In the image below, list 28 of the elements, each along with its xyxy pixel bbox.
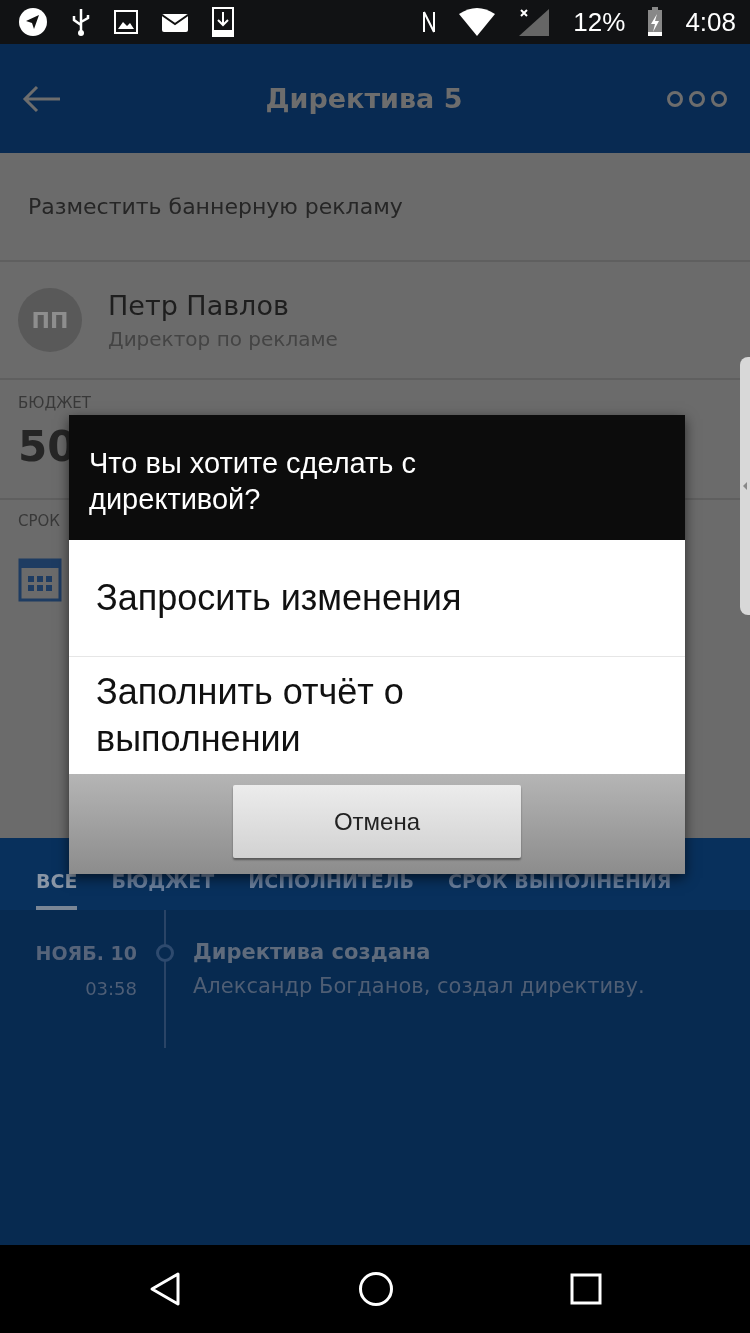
event-description: Александр Богданов, создал директиву. (193, 974, 645, 998)
home-icon[interactable] (358, 1271, 394, 1307)
dialog-title: Что вы хотите сделать с директивой? (69, 415, 685, 540)
directive-subject: Разместить баннерную рекламу (27, 194, 403, 219)
image-icon (114, 10, 138, 34)
battery-icon (647, 7, 664, 37)
dialog-option[interactable]: Заполнить отчёт о выполнении (69, 657, 685, 774)
battery-percentage: 12% (573, 6, 626, 38)
dialog-option[interactable]: Запросить изменения (69, 540, 685, 657)
clock: 4:08 (685, 6, 736, 38)
signal-icon (517, 7, 552, 37)
assignee-name: Петр Павлов (108, 289, 290, 321)
edge-handle[interactable] (740, 357, 750, 615)
recent-apps-icon[interactable] (570, 1273, 602, 1305)
caret-icon (742, 481, 748, 491)
calendar-icon (18, 558, 62, 602)
event-date: НОЯБ. 10 (35, 942, 137, 964)
event-title: Директива создана (193, 940, 432, 964)
cancel-button[interactable]: Отмена (233, 785, 521, 858)
back-icon[interactable] (148, 1271, 182, 1307)
download-icon (212, 7, 234, 37)
screen-title: Директива 5 (264, 83, 464, 114)
navigation-icon (18, 7, 48, 37)
usb-icon (70, 7, 92, 37)
back-arrow-icon[interactable] (22, 83, 62, 114)
more-options-icon[interactable] (666, 88, 728, 109)
event-time: 03:58 (85, 978, 137, 999)
wifi-icon (459, 8, 496, 36)
